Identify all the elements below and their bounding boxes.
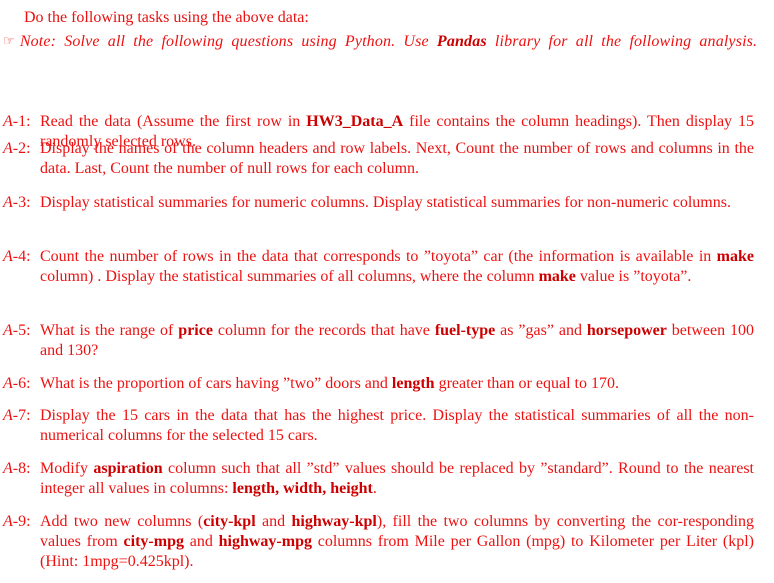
task-item: A-3: Display statistical summaries for nu… bbox=[3, 193, 754, 213]
task-label-number: -5: bbox=[12, 322, 31, 339]
task-keyword: highway-mpg bbox=[218, 533, 312, 550]
task-text: Modify aspiration column such that all ”… bbox=[40, 459, 754, 499]
task-item: A-8: Modify aspiration column such that a… bbox=[3, 459, 754, 499]
task-label-prefix: A bbox=[3, 194, 13, 211]
task-text-part: and bbox=[183, 533, 219, 550]
task-label-number: -2: bbox=[12, 140, 31, 157]
task-label: A-1: bbox=[3, 112, 31, 132]
task-label: A-8: bbox=[3, 459, 31, 479]
task-text-part: Add two new columns ( bbox=[40, 513, 204, 530]
task-label-prefix: A bbox=[3, 248, 13, 265]
task-label: A-9: bbox=[3, 512, 31, 532]
task-item: A-5: What is the range of price column fo… bbox=[3, 321, 754, 361]
task-text-part: as ”gas” and bbox=[495, 322, 587, 339]
task-text-part: greater than or equal to 170. bbox=[434, 375, 619, 392]
task-keyword: fuel-type bbox=[434, 322, 496, 339]
task-label-prefix: A bbox=[3, 407, 13, 424]
task-keyword: length, width, height bbox=[232, 480, 373, 497]
task-text-part: Modify bbox=[40, 460, 94, 477]
task-label: A-7: bbox=[3, 406, 31, 426]
task-keyword: HW3_Data_A bbox=[306, 113, 404, 130]
task-keyword: price bbox=[178, 322, 213, 339]
task-text: Display the 15 cars in the data that has… bbox=[40, 406, 754, 446]
task-keyword: city-mpg bbox=[123, 533, 184, 550]
task-item: A-2: Display the names of the column head… bbox=[3, 139, 754, 179]
note-pandas-emphasis: Pandas bbox=[436, 33, 487, 50]
task-label-prefix: A bbox=[3, 513, 13, 530]
task-text-part: Count the number of rows in the data tha… bbox=[40, 248, 717, 265]
task-label: A-6: bbox=[3, 374, 31, 394]
task-text-part: What is the proportion of cars having ”t… bbox=[40, 375, 392, 392]
task-label-prefix: A bbox=[3, 113, 13, 130]
task-label-number: -9: bbox=[12, 513, 31, 530]
task-keyword: highway-kpl bbox=[291, 513, 377, 530]
task-text: Count the number of rows in the data tha… bbox=[40, 247, 754, 287]
task-text: Add two new columns (city-kpl and highwa… bbox=[40, 512, 754, 572]
task-keyword: make bbox=[716, 248, 754, 265]
task-text-part: . bbox=[372, 480, 377, 497]
task-label-number: -3: bbox=[12, 194, 31, 211]
task-text-part: value is ”toyota”. bbox=[575, 268, 692, 285]
task-label-number: -6: bbox=[12, 375, 31, 392]
task-keyword: length bbox=[391, 375, 435, 392]
task-text-part: Read the data (Assume the first row in bbox=[40, 113, 307, 130]
task-label-prefix: A bbox=[3, 460, 13, 477]
task-label-prefix: A bbox=[3, 140, 13, 157]
task-text: What is the proportion of cars having ”t… bbox=[40, 374, 754, 394]
task-item: A-4: Count the number of rows in the data… bbox=[3, 247, 754, 287]
task-text: What is the range of price column for th… bbox=[40, 321, 754, 361]
task-item: A-9: Add two new columns (city-kpl and hi… bbox=[3, 512, 754, 572]
task-keyword: city-kpl bbox=[203, 513, 256, 530]
task-label-number: -8: bbox=[12, 460, 31, 477]
note-part: Note: Solve all the following questions … bbox=[19, 33, 437, 50]
task-text-part: column for the records that have bbox=[212, 322, 435, 339]
note-paragraph: ☞ Note: Solve all the following questions… bbox=[3, 31, 760, 52]
task-text-part: Display statistical summaries for numeri… bbox=[40, 194, 731, 211]
task-label: A-3: bbox=[3, 193, 31, 213]
task-keyword: aspiration bbox=[93, 460, 163, 477]
task-label: A-4: bbox=[3, 247, 31, 267]
pointing-hand-icon: ☞ bbox=[3, 33, 15, 48]
task-keyword: make bbox=[538, 268, 576, 285]
note-part: library for all the following analysis. bbox=[486, 33, 758, 50]
task-text: Display the names of the column headers … bbox=[40, 139, 754, 179]
task-label-number: -1: bbox=[12, 113, 31, 130]
task-label-prefix: A bbox=[3, 322, 13, 339]
task-text-part: Display the 15 cars in the data that has… bbox=[40, 407, 754, 444]
intro-text: Do the following tasks using the above d… bbox=[24, 9, 309, 26]
task-label-number: -4: bbox=[12, 248, 31, 265]
task-label-prefix: A bbox=[3, 375, 13, 392]
task-item: A-7: Display the 15 cars in the data that… bbox=[3, 406, 754, 446]
task-text: Display statistical summaries for numeri… bbox=[40, 193, 754, 213]
task-keyword: horsepower bbox=[586, 322, 667, 339]
task-label-number: -7: bbox=[12, 407, 31, 424]
task-label: A-2: bbox=[3, 139, 31, 159]
task-text-part: and bbox=[255, 513, 292, 530]
task-text-part: Display the names of the column headers … bbox=[40, 140, 754, 177]
task-label: A-5: bbox=[3, 321, 31, 341]
task-text-part: What is the range of bbox=[40, 322, 179, 339]
task-item: A-6: What is the proportion of cars havin… bbox=[3, 374, 754, 394]
task-text-part: column) . Display the statistical summar… bbox=[40, 268, 539, 285]
